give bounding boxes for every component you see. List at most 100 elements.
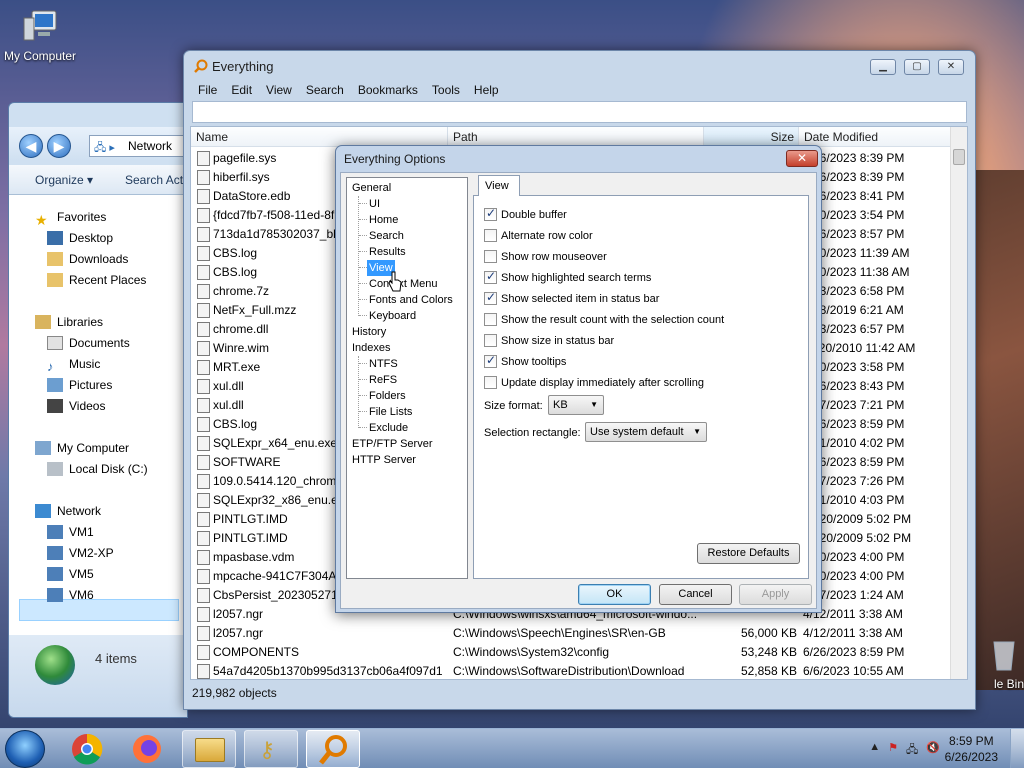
dialog-close-button[interactable]: ✕ <box>786 150 818 167</box>
menu-view[interactable]: View <box>260 81 300 99</box>
nav-libraries[interactable]: Libraries <box>35 312 103 332</box>
checkbox[interactable] <box>484 353 497 368</box>
nav-network[interactable]: Network <box>35 501 101 521</box>
table-row[interactable]: 54a7d4205b1370b995d3137cb06a4f097d17... C… <box>191 662 967 679</box>
tree-search[interactable]: Search <box>369 228 404 244</box>
menu-tools[interactable]: Tools <box>426 81 468 99</box>
column-header-size[interactable]: Size <box>704 127 799 147</box>
tree-context-menu[interactable]: Context Menu <box>369 276 437 292</box>
nav-desktop[interactable]: Desktop <box>47 228 113 248</box>
menu-edit[interactable]: Edit <box>225 81 260 99</box>
tree-exclude[interactable]: Exclude <box>369 420 408 436</box>
options-dialog[interactable]: Everything Options ✕ General UI Home Sea… <box>335 145 822 613</box>
nav-local-disk[interactable]: Local Disk (C:) <box>47 459 148 479</box>
checkbox[interactable] <box>484 290 497 305</box>
option-checkbox-row[interactable]: Double buffer <box>484 206 567 223</box>
nav-downloads[interactable]: Downloads <box>47 249 128 269</box>
nav-favorites[interactable]: ★ Favorites <box>35 207 106 228</box>
checkbox[interactable] <box>484 269 497 284</box>
nav-recent-places[interactable]: Recent Places <box>47 270 146 290</box>
column-header-path[interactable]: Path <box>448 127 704 147</box>
search-input[interactable] <box>192 101 967 123</box>
nav-vm2[interactable]: VM2-XP <box>47 543 114 563</box>
tree-folders[interactable]: Folders <box>369 388 406 404</box>
nav-vm5[interactable]: VM5 <box>47 564 94 584</box>
options-tree[interactable]: General UI Home Search Results View Cont… <box>346 177 468 579</box>
option-checkbox-row[interactable]: Show the result count with the selection… <box>484 311 724 328</box>
table-row[interactable]: COMPONENTS C:\Windows\System32\config 53,2… <box>191 643 967 662</box>
checkbox[interactable] <box>484 229 497 242</box>
organize-button[interactable]: Organize ▾ <box>35 173 93 187</box>
maximize-button[interactable]: ▢ <box>904 59 930 75</box>
tree-file-lists[interactable]: File Lists <box>369 404 412 420</box>
option-checkbox-row[interactable]: Show highlighted search terms <box>484 269 651 286</box>
apply-button[interactable]: Apply <box>739 584 812 605</box>
menu-bookmarks[interactable]: Bookmarks <box>352 81 426 99</box>
option-checkbox-row[interactable]: Show row mouseover <box>484 248 607 265</box>
tree-home[interactable]: Home <box>369 212 398 228</box>
table-row[interactable]: l2057.ngr C:\Windows\Speech\Engines\SR\en… <box>191 624 967 643</box>
vertical-scrollbar[interactable] <box>950 127 967 679</box>
tree-http-server[interactable]: HTTP Server <box>350 452 416 468</box>
nav-vm1[interactable]: VM1 <box>47 522 94 542</box>
column-header-name[interactable]: Name <box>191 127 448 147</box>
ok-button[interactable]: OK <box>578 584 651 605</box>
show-desktop-button[interactable] <box>1010 729 1024 768</box>
desktop-icon-recycle-bin[interactable]: le Bin <box>968 636 1024 691</box>
chrome-taskbar-button[interactable] <box>60 730 114 768</box>
search-active-button[interactable]: Search Act <box>125 173 183 187</box>
action-center-icon[interactable]: ⚑ <box>888 741 898 760</box>
option-checkbox-row[interactable]: Update display immediately after scrolli… <box>484 374 704 391</box>
nav-documents[interactable]: Documents <box>47 333 130 353</box>
desktop-icon-my-computer[interactable]: My Computer <box>2 8 78 63</box>
option-checkbox-row[interactable]: Alternate row color <box>484 227 593 244</box>
restore-defaults-button[interactable]: Restore Defaults <box>697 543 800 564</box>
size-format-select[interactable]: KB ▼ <box>548 395 604 415</box>
minimize-button[interactable]: ▁ <box>870 59 896 75</box>
checkbox[interactable] <box>484 313 497 326</box>
tree-results[interactable]: Results <box>369 244 406 260</box>
tree-general[interactable]: General <box>350 180 391 196</box>
clock[interactable]: 8:59 PM 6/26/2023 <box>945 733 998 765</box>
option-checkbox-row[interactable]: Show tooltips <box>484 353 566 370</box>
checkbox[interactable] <box>484 376 497 389</box>
tree-keyboard[interactable]: Keyboard <box>369 308 416 324</box>
explorer-window[interactable]: ◀ ▶ 🖧 ▸ Network Organize ▾ Search Act ★ F… <box>8 102 188 718</box>
network-status-icon[interactable]: 🖧 <box>906 741 918 760</box>
nav-pictures[interactable]: Pictures <box>47 375 112 395</box>
tree-refs[interactable]: ReFS <box>369 372 397 388</box>
tree-ntfs[interactable]: NTFS <box>369 356 398 372</box>
menu-help[interactable]: Help <box>468 81 507 99</box>
nav-vm6[interactable]: VM6 <box>47 585 94 605</box>
selection-rectangle-select[interactable]: Use system default ▼ <box>585 422 707 442</box>
address-bar[interactable]: 🖧 ▸ Network <box>89 135 187 157</box>
tab-view[interactable]: View <box>478 175 520 196</box>
nav-music[interactable]: ♪ Music <box>47 354 100 374</box>
option-checkbox-row[interactable]: Show size in status bar <box>484 332 614 349</box>
cancel-button[interactable]: Cancel <box>659 584 732 605</box>
checkbox[interactable] <box>484 250 497 263</box>
keys-taskbar-button[interactable]: ⚷ <box>244 730 298 768</box>
option-checkbox-row[interactable]: Show selected item in status bar <box>484 290 659 307</box>
checkbox[interactable] <box>484 334 497 347</box>
show-hidden-icons-icon[interactable]: ▲ <box>869 741 880 760</box>
scrollbar-thumb[interactable] <box>953 149 965 165</box>
close-button[interactable]: ✕ <box>938 59 964 75</box>
everything-taskbar-button[interactable] <box>306 730 360 768</box>
explorer-taskbar-button[interactable] <box>182 730 236 768</box>
start-button[interactable] <box>5 730 45 768</box>
back-button[interactable]: ◀ <box>19 134 43 158</box>
tree-etp-ftp-server[interactable]: ETP/FTP Server <box>350 436 432 452</box>
tree-indexes[interactable]: Indexes <box>350 340 391 356</box>
nav-my-computer[interactable]: My Computer <box>35 438 129 458</box>
menu-file[interactable]: File <box>192 81 225 99</box>
forward-button[interactable]: ▶ <box>47 134 71 158</box>
nav-videos[interactable]: Videos <box>47 396 105 416</box>
tree-ui[interactable]: UI <box>369 196 380 212</box>
tree-fonts-colors[interactable]: Fonts and Colors <box>369 292 453 308</box>
menu-search[interactable]: Search <box>300 81 352 99</box>
volume-icon[interactable]: 🔇 <box>926 741 940 760</box>
firefox-taskbar-button[interactable] <box>120 730 174 768</box>
column-header-date[interactable]: Date Modified <box>799 127 952 147</box>
checkbox[interactable] <box>484 206 497 221</box>
